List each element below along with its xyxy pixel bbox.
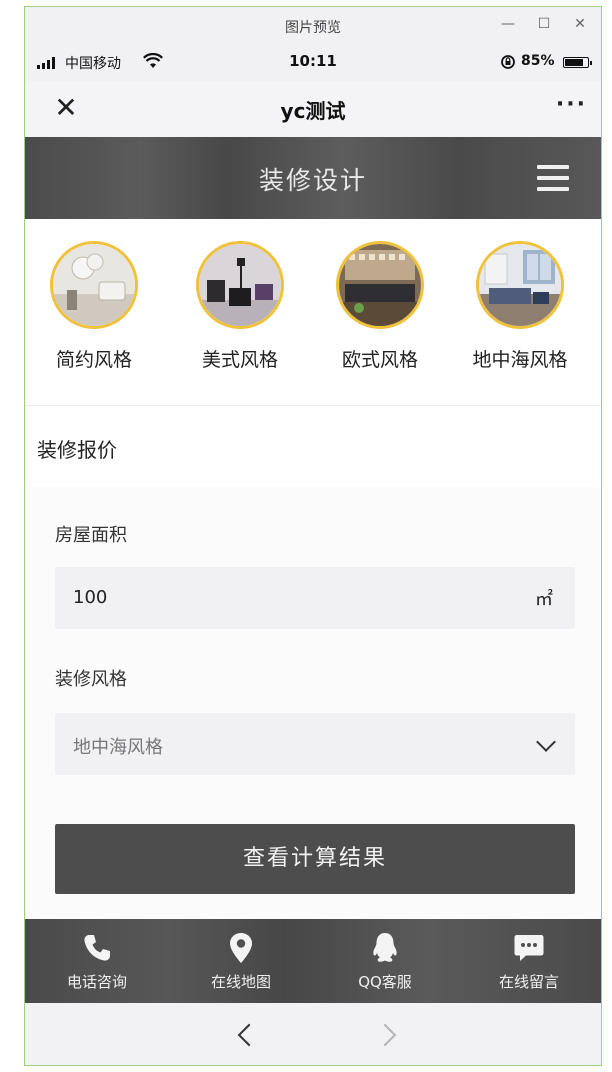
style-item-simple[interactable]: 简约风格	[25, 241, 163, 372]
chevron-down-icon	[536, 732, 556, 752]
window-titlebar: 图片预览 — ☐ ✕	[25, 7, 601, 45]
bottom-item-phone[interactable]: 电话咨询	[25, 919, 169, 1003]
style-select-value: 地中海风格	[73, 737, 163, 758]
bottom-item-qq[interactable]: QQ客服	[313, 919, 457, 1003]
bottom-item-label: 电话咨询	[66, 973, 127, 991]
bottom-item-label: 在线地图	[210, 973, 271, 991]
mini-program-nav-bar: ✕ yc测试 ···	[25, 81, 601, 137]
area-input[interactable]: 100 ㎡	[55, 567, 575, 629]
style-label: 简约风格	[55, 349, 132, 371]
more-button[interactable]: ···	[556, 94, 587, 116]
back-arrow-icon[interactable]	[237, 1023, 261, 1047]
style-categories: 简约风格 美式风格 欧式风格 地中海风格	[25, 219, 601, 405]
bottom-item-map[interactable]: 在线地图	[169, 919, 313, 1003]
style-select[interactable]: 地中海风格	[55, 713, 575, 775]
quote-form: 房屋面积 100 ㎡ 装修风格 地中海风格 查看计算结果	[25, 487, 601, 919]
preview-window: 图片预览 — ☐ ✕ 中国移动 10:11 85% ✕ yc测试 ··· 装修设…	[24, 6, 602, 1066]
american-style-thumbnail	[196, 241, 284, 329]
style-label: 美式风格	[201, 349, 278, 371]
site-title: 装修设计	[258, 166, 367, 195]
map-pin-icon	[169, 931, 313, 965]
area-label: 房屋面积	[55, 525, 127, 546]
page-title: yc测试	[280, 99, 346, 123]
hamburger-menu-icon[interactable]	[537, 165, 569, 191]
message-icon	[457, 931, 601, 965]
mediterranean-style-thumbnail	[476, 241, 564, 329]
site-header: 装修设计	[25, 137, 601, 219]
bottom-item-label: 在线留言	[498, 973, 559, 991]
style-item-american[interactable]: 美式风格	[171, 241, 309, 372]
area-unit: ㎡	[535, 589, 553, 610]
minimize-button[interactable]: —	[497, 13, 519, 35]
page-navigation	[25, 1003, 601, 1065]
style-label: 欧式风格	[341, 349, 418, 371]
battery-icon	[563, 57, 592, 68]
calculate-button[interactable]: 查看计算结果	[55, 824, 575, 894]
battery-percent: 85%	[521, 53, 555, 69]
phone-icon	[25, 931, 169, 965]
style-label: 地中海风格	[472, 349, 568, 371]
maximize-button[interactable]: ☐	[533, 13, 555, 35]
area-value: 100	[73, 587, 108, 608]
style-select-label: 装修风格	[55, 669, 127, 690]
tab-decoration-quote[interactable]: 装修报价	[37, 434, 117, 463]
forward-arrow-icon[interactable]	[373, 1023, 397, 1047]
qq-icon	[313, 931, 457, 965]
window-close-button[interactable]: ✕	[569, 13, 591, 35]
bottom-item-label: QQ客服	[358, 973, 412, 991]
phone-status-bar: 中国移动 10:11 85%	[25, 45, 601, 81]
simple-style-thumbnail	[50, 241, 138, 329]
quote-tabs: 装修报价	[25, 405, 601, 489]
bottom-toolbar: 电话咨询 在线地图 QQ客服 在线留言	[25, 919, 601, 1003]
style-item-european[interactable]: 欧式风格	[311, 241, 449, 372]
rotation-lock-icon	[500, 54, 516, 74]
style-item-mediterranean[interactable]: 地中海风格	[451, 241, 589, 372]
bottom-item-message[interactable]: 在线留言	[457, 919, 601, 1003]
european-style-thumbnail	[336, 241, 424, 329]
